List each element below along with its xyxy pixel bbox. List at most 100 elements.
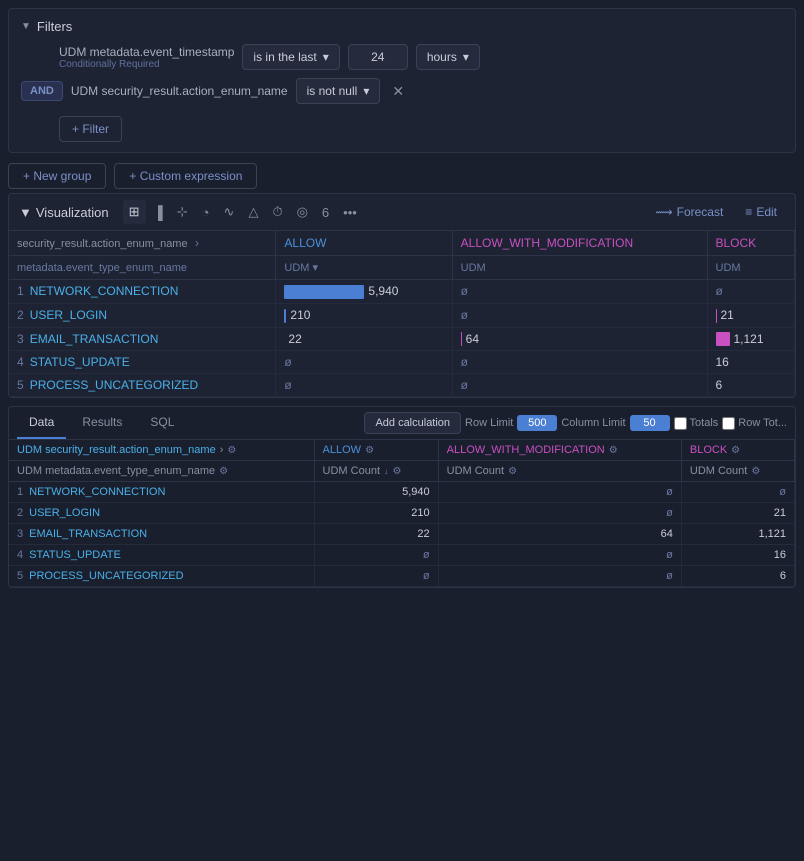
viz-line-icon[interactable]: ∿ xyxy=(218,200,241,224)
viz-more-icon[interactable]: ••• xyxy=(337,201,363,224)
tab-results[interactable]: Results xyxy=(70,407,134,439)
custom-expression-button[interactable]: + Custom expression xyxy=(114,163,257,189)
viz-area-icon[interactable]: △ xyxy=(242,200,264,224)
viz-table-icon[interactable]: ⊞ xyxy=(123,200,146,224)
viz-row-name[interactable]: STATUS_UPDATE xyxy=(30,355,130,369)
viz-row-col-sort-icon[interactable]: › xyxy=(195,236,199,250)
forecast-icon: ⟿ xyxy=(655,205,672,219)
data-cell-block: 16 xyxy=(681,545,794,566)
data-cell-allow: 5,940 xyxy=(314,482,438,503)
data-row-name[interactable]: STATUS_UPDATE xyxy=(29,549,121,561)
allow-mod-sub-gear-icon[interactable]: ⚙ xyxy=(508,466,517,477)
row-limit-group: Row Limit xyxy=(465,415,557,431)
tab-sql[interactable]: SQL xyxy=(138,407,186,439)
viz-row-name[interactable]: NETWORK_CONNECTION xyxy=(30,284,179,298)
viz-row-num: 3 xyxy=(17,332,24,346)
filter-row-1: UDM metadata.event_timestamp Conditional… xyxy=(21,44,783,70)
viz-cell-allow: 22 xyxy=(276,327,452,351)
viz-pie-icon[interactable]: ◔ xyxy=(196,201,216,224)
data-table-row: 2USER_LOGIN210ø21 xyxy=(9,503,795,524)
viz-cell-block: 21 xyxy=(707,303,795,327)
data-row-name[interactable]: EMAIL_TRANSACTION xyxy=(29,528,147,540)
viz-scatter-icon[interactable]: ⊹ xyxy=(171,200,194,224)
data-row-name[interactable]: USER_LOGIN xyxy=(29,507,100,519)
viz-cell-allow-mod: ø xyxy=(452,280,707,304)
and-badge[interactable]: AND xyxy=(21,81,63,101)
data-row-name[interactable]: NETWORK_CONNECTION xyxy=(29,486,165,498)
data-cell-allow: ø xyxy=(314,545,438,566)
visualization-section: ▼ Visualization ⊞ ▐ ⊹ ◔ ∿ △ ⏱ ◎ 6 ••• ⟿ … xyxy=(8,193,796,398)
block-gear-icon[interactable]: ⚙ xyxy=(731,445,740,456)
row-limit-input[interactable] xyxy=(517,415,557,431)
viz-cell-block: 16 xyxy=(707,351,795,374)
filter1-unit-dropdown[interactable]: hours ▾ xyxy=(416,44,480,70)
viz-row-num: 1 xyxy=(17,284,24,298)
filter1-value-input[interactable] xyxy=(348,44,408,70)
data-cell-allow: 22 xyxy=(314,524,438,545)
allow-sort-icon: ↓ xyxy=(384,466,389,476)
viz-clock-icon[interactable]: ⏱ xyxy=(266,200,288,224)
viz-map-icon[interactable]: ◎ xyxy=(291,200,314,224)
row-tot-label: Row Tot... xyxy=(738,417,787,429)
add-calculation-button[interactable]: Add calculation xyxy=(364,412,461,434)
totals-label: Totals xyxy=(690,417,719,429)
viz-table-subheader-row: metadata.event_type_enum_name UDM ▾ UDM … xyxy=(9,256,795,280)
filter1-unit-chevron-icon: ▾ xyxy=(463,50,469,64)
allow-bar xyxy=(284,309,286,323)
main-col-gear-icon[interactable]: ⚙ xyxy=(227,445,236,456)
filter2-remove-button[interactable]: ✕ xyxy=(388,81,408,102)
viz-chevron-icon: ▼ xyxy=(19,205,32,220)
data-table-header-row: UDM security_result.action_enum_name › ⚙… xyxy=(9,440,795,461)
filter-actions: + New group + Custom expression xyxy=(8,163,796,189)
forecast-button[interactable]: ⟿ Forecast xyxy=(647,201,731,223)
filter1-label: UDM metadata.event_timestamp Conditional… xyxy=(59,45,234,70)
row-tot-checkbox-group[interactable]: Row Tot... xyxy=(722,417,787,430)
data-cell-allow: ø xyxy=(314,566,438,587)
viz-cell-allow-mod: ø xyxy=(452,303,707,327)
filter1-operator-dropdown[interactable]: is in the last ▾ xyxy=(242,44,339,70)
viz-row-name[interactable]: USER_LOGIN xyxy=(30,308,107,322)
data-table-row: 5PROCESS_UNCATEGORIZEDøø6 xyxy=(9,566,795,587)
filters-chevron-icon[interactable]: ▼ xyxy=(21,21,31,32)
viz-table: security_result.action_enum_name › ALLOW… xyxy=(9,231,795,397)
data-col-allow: ALLOW ⚙ xyxy=(314,440,438,461)
allow-mod-gear-icon[interactable]: ⚙ xyxy=(609,445,618,456)
viz-table-row: 3EMAIL_TRANSACTION22641,121 xyxy=(9,327,795,351)
viz-title-label: Visualization xyxy=(36,205,109,220)
allow-sub-gear-icon[interactable]: ⚙ xyxy=(393,466,402,477)
totals-checkbox-group[interactable]: Totals xyxy=(674,417,719,430)
data-section: Data Results SQL Add calculation Row Lim… xyxy=(8,406,796,588)
data-cell-allow-mod: ø xyxy=(438,503,681,524)
col-limit-input[interactable] xyxy=(630,415,670,431)
data-row-num: 4 xyxy=(17,549,23,561)
sub-col-gear-icon[interactable]: ⚙ xyxy=(219,466,228,477)
viz-number-icon[interactable]: 6 xyxy=(316,201,335,224)
totals-checkbox[interactable] xyxy=(674,417,687,430)
data-cell-allow-mod: ø xyxy=(438,482,681,503)
tab-data[interactable]: Data xyxy=(17,407,66,439)
viz-bar-chart-icon[interactable]: ▐ xyxy=(148,201,169,224)
viz-header: ▼ Visualization ⊞ ▐ ⊹ ◔ ∿ △ ⏱ ◎ 6 ••• ⟿ … xyxy=(9,194,795,231)
filter1-sub: Conditionally Required xyxy=(59,59,234,70)
allow-gear-icon[interactable]: ⚙ xyxy=(365,445,374,456)
data-row-num: 5 xyxy=(17,570,23,582)
edit-button[interactable]: ≡ Edit xyxy=(737,201,785,223)
col-limit-label: Column Limit xyxy=(561,417,625,429)
data-cell-block: ø xyxy=(681,482,794,503)
viz-row-name[interactable]: EMAIL_TRANSACTION xyxy=(30,332,159,346)
data-subcol-block: UDM Count ⚙ xyxy=(681,461,794,482)
viz-allow-dropdown-icon[interactable]: ▾ xyxy=(312,261,318,274)
main-col-arrow-icon: › xyxy=(220,444,224,456)
data-cell-allow-mod: ø xyxy=(438,545,681,566)
block-sub-gear-icon[interactable]: ⚙ xyxy=(751,466,760,477)
viz-row-name[interactable]: PROCESS_UNCATEGORIZED xyxy=(30,378,198,392)
filter2-operator-dropdown[interactable]: is not null ▾ xyxy=(296,78,381,104)
new-group-button[interactable]: + New group xyxy=(8,163,106,189)
data-subcol-allow: UDM Count ↓ ⚙ xyxy=(314,461,438,482)
add-filter-button[interactable]: + Filter xyxy=(59,116,122,142)
viz-title[interactable]: ▼ Visualization xyxy=(19,205,109,220)
viz-subcol-allow: UDM ▾ xyxy=(276,256,452,280)
viz-table-row: 5PROCESS_UNCATEGORIZEDøø6 xyxy=(9,374,795,397)
row-tot-checkbox[interactable] xyxy=(722,417,735,430)
data-row-name[interactable]: PROCESS_UNCATEGORIZED xyxy=(29,570,183,582)
